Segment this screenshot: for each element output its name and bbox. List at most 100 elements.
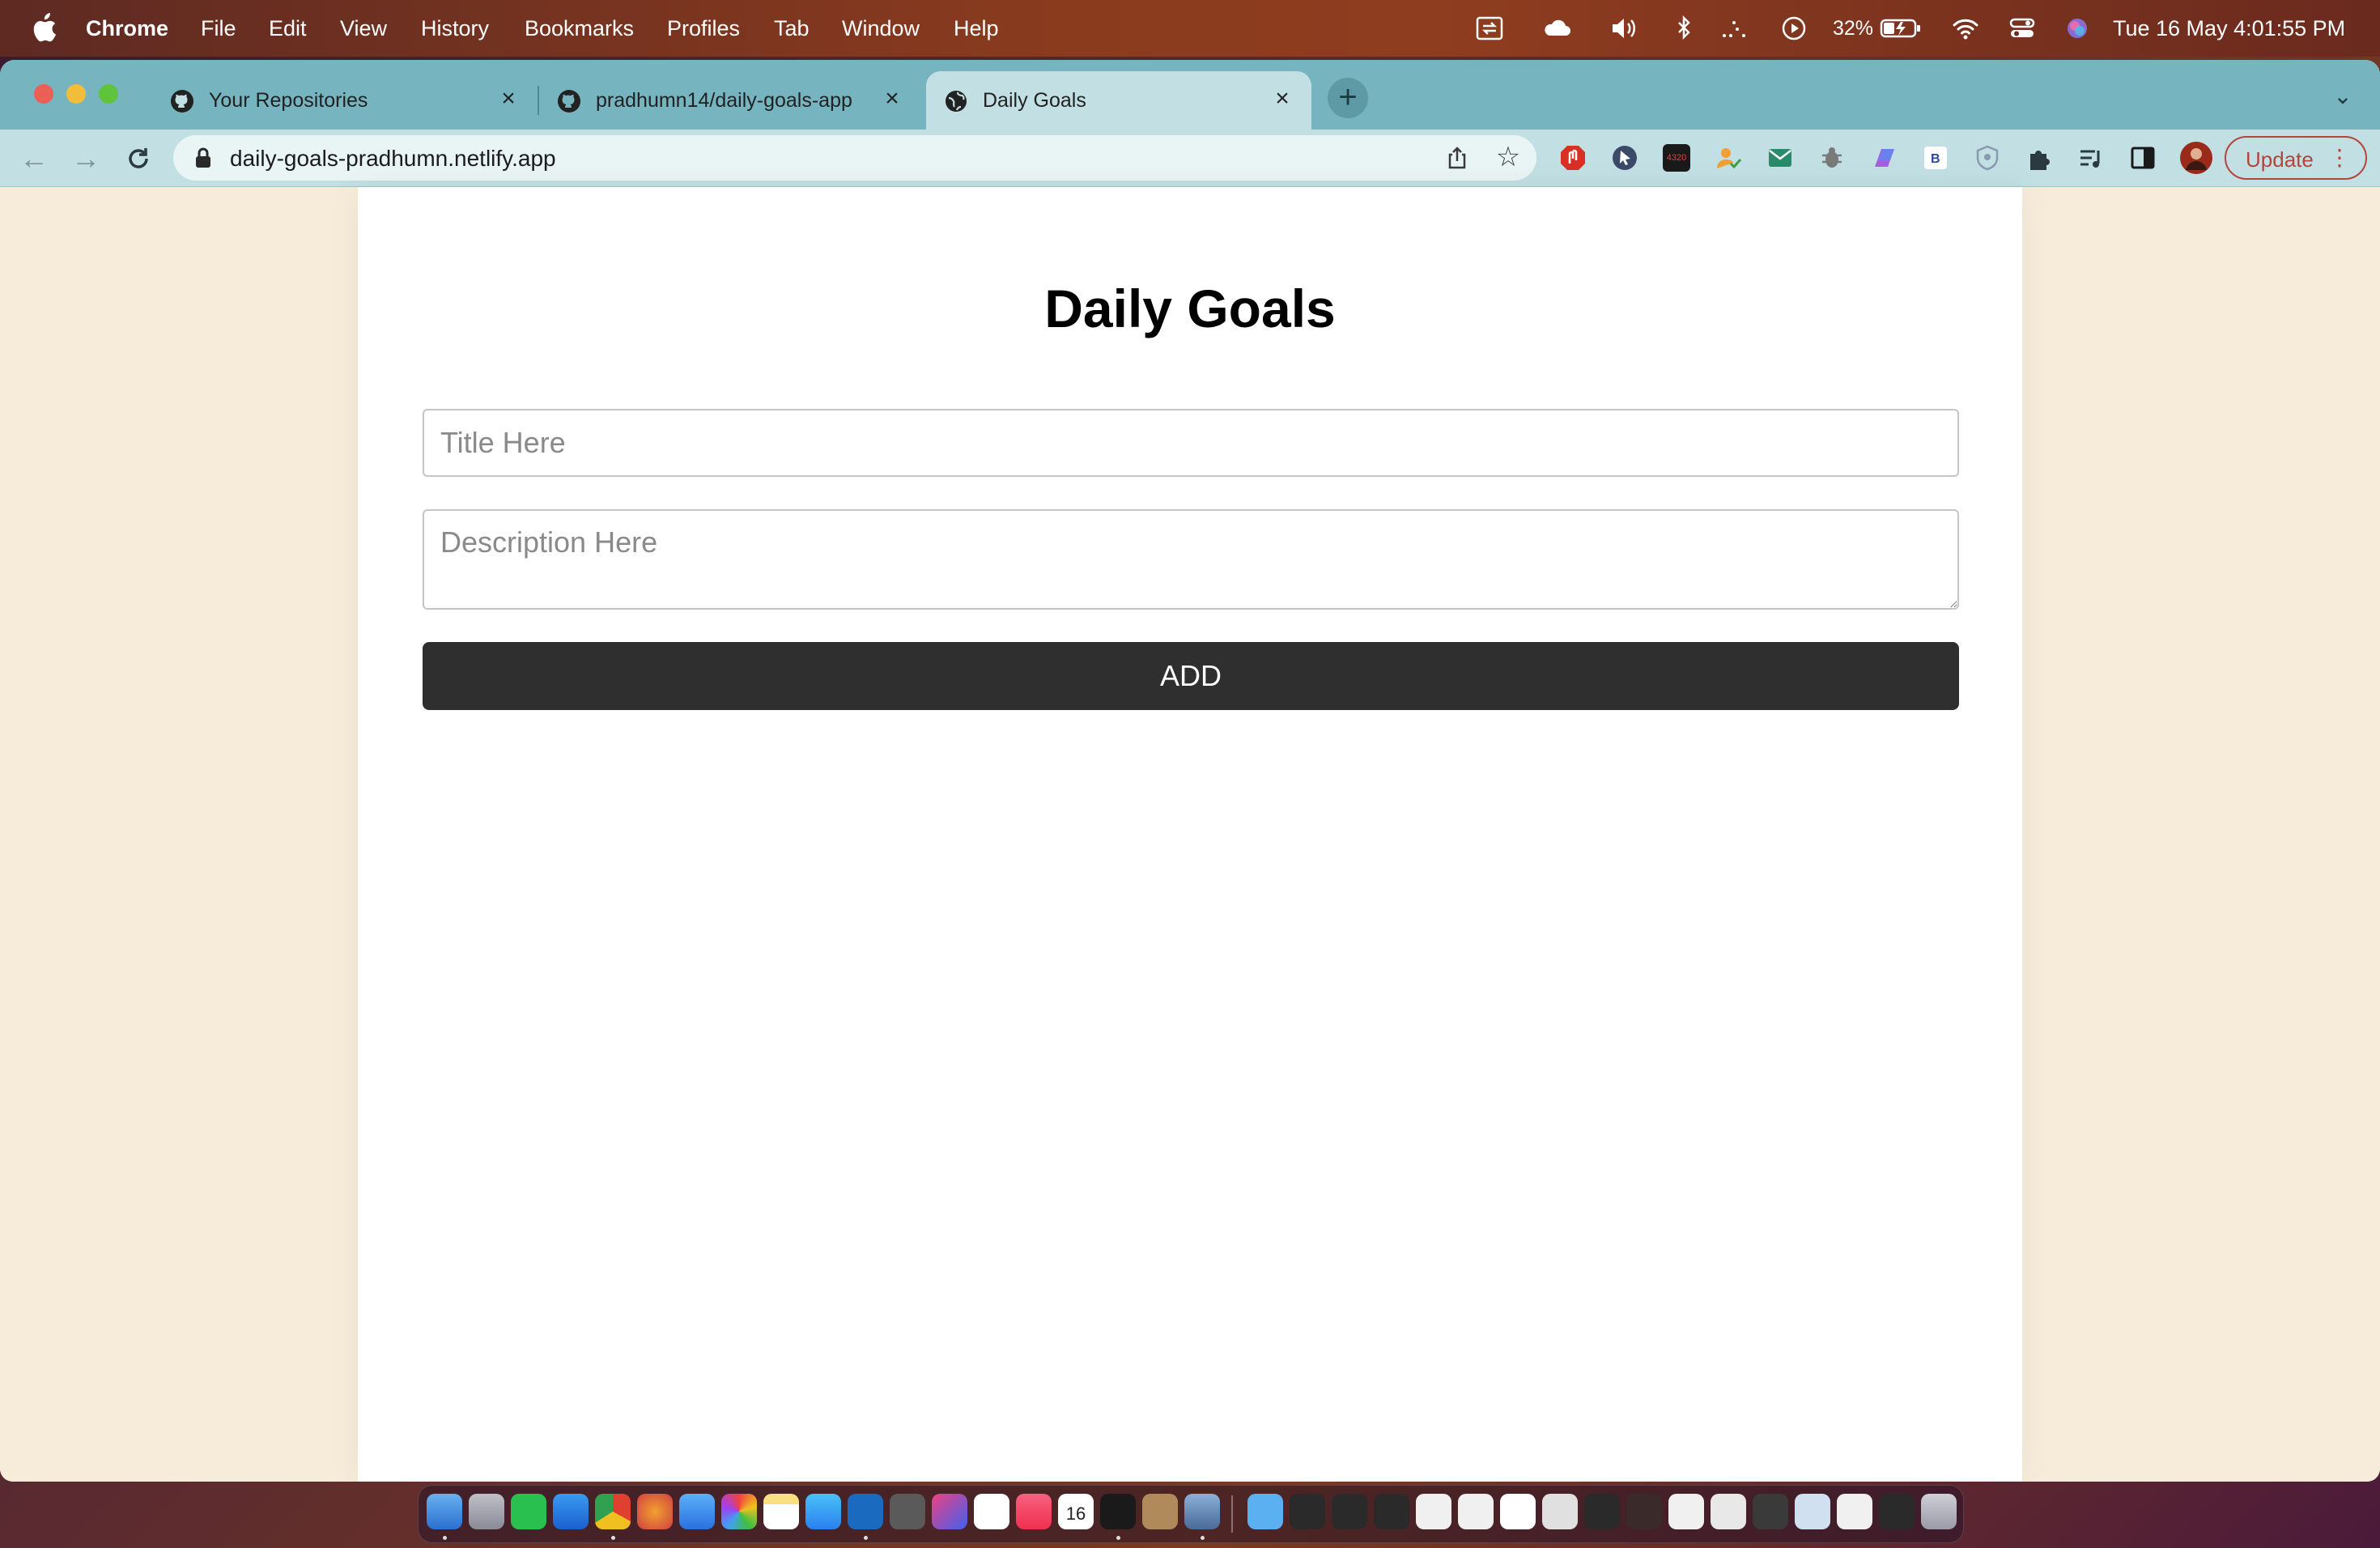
add-button[interactable]: ADD [423, 642, 1959, 710]
launchpad-icon[interactable] [469, 1494, 504, 1529]
lock-icon[interactable] [194, 147, 212, 169]
minimized-window-thumbnail[interactable] [1668, 1494, 1704, 1529]
more-menu-icon[interactable]: ⋮ [2328, 146, 2351, 170]
intellij-icon[interactable] [932, 1494, 967, 1529]
minimized-window-thumbnail[interactable] [1374, 1494, 1409, 1529]
close-window-button[interactable] [34, 84, 53, 104]
app-name[interactable]: Chrome [86, 16, 168, 41]
url-text[interactable]: daily-goals-pradhumn.netlify.app [230, 146, 556, 172]
reading-list-icon[interactable] [2077, 144, 2105, 172]
menu-profiles-label[interactable]: Profiles [667, 16, 740, 41]
counter-extension-icon[interactable]: 4320 [1663, 144, 1690, 172]
menu-tab[interactable]: Tab [774, 0, 810, 57]
archive-utility-icon[interactable] [1142, 1494, 1178, 1529]
profile-avatar[interactable] [2179, 141, 2213, 175]
volume-icon[interactable] [1609, 15, 1638, 42]
menu-file-label[interactable]: File [201, 16, 236, 41]
gradient-extension-icon[interactable] [1870, 144, 1898, 172]
network-dots-icon[interactable] [1719, 15, 1749, 42]
menu-help[interactable]: Help [954, 0, 999, 57]
downloads-folder-icon[interactable] [1247, 1494, 1283, 1529]
bold-b-extension-icon[interactable]: B [1922, 144, 1949, 172]
safari-icon[interactable] [553, 1494, 589, 1529]
minimized-window-thumbnail[interactable] [1332, 1494, 1367, 1529]
minimized-window-thumbnail[interactable] [1458, 1494, 1494, 1529]
trash-icon[interactable] [1921, 1494, 1957, 1529]
siri-icon[interactable] [2063, 15, 2092, 42]
chrome-icon[interactable] [595, 1494, 631, 1529]
minimized-window-thumbnail[interactable] [1500, 1494, 1536, 1529]
mail-extension-icon[interactable] [1766, 144, 1794, 172]
minimized-window-thumbnail[interactable] [1626, 1494, 1662, 1529]
minimize-window-button[interactable] [66, 84, 86, 104]
preview-icon[interactable] [1184, 1494, 1220, 1529]
minimized-window-thumbnail[interactable] [1416, 1494, 1451, 1529]
photos-icon[interactable] [721, 1494, 757, 1529]
battery-charging-icon[interactable] [1880, 15, 1922, 42]
menu-bookmarks-label[interactable]: Bookmarks [525, 16, 634, 41]
tab-daily-goals-app-repo[interactable]: pradhumn14/daily-goals-app × [539, 71, 924, 130]
minimized-window-thumbnail[interactable] [1290, 1494, 1325, 1529]
reload-icon[interactable] [121, 142, 155, 176]
firefox-icon[interactable] [637, 1494, 673, 1529]
weather-cloud-icon[interactable] [1543, 15, 1572, 42]
system-settings-icon[interactable] [890, 1494, 925, 1529]
side-panel-icon[interactable] [2129, 144, 2157, 172]
music-icon[interactable] [1016, 1494, 1052, 1529]
person-check-extension-icon[interactable] [1715, 144, 1742, 172]
menu-window-label[interactable]: Window [842, 16, 920, 41]
wifi-icon[interactable] [1951, 15, 1980, 42]
terminal-icon[interactable] [1100, 1494, 1136, 1529]
calendar-icon[interactable]: 16 [1058, 1494, 1094, 1529]
zoom-window-button[interactable] [99, 84, 118, 104]
menu-view-label[interactable]: View [340, 16, 387, 41]
tab-daily-goals[interactable]: Daily Goals × [926, 71, 1311, 130]
menu-history[interactable]: History [421, 0, 489, 57]
menu-tab-label[interactable]: Tab [774, 16, 810, 41]
minimized-window-thumbnail[interactable] [1542, 1494, 1578, 1529]
bookmark-star-icon[interactable]: ☆ [1494, 143, 1522, 171]
tab-close-icon[interactable]: × [1269, 86, 1295, 112]
forward-arrow-icon[interactable]: → [68, 141, 104, 176]
play-icon[interactable] [1779, 15, 1808, 42]
minimized-window-thumbnail[interactable] [1711, 1494, 1746, 1529]
update-chrome-button[interactable]: Update ⋮ [2225, 136, 2367, 180]
battery-percent[interactable]: 32% [1833, 0, 1873, 57]
menu-profiles[interactable]: Profiles [667, 0, 740, 57]
minimized-window-thumbnail[interactable] [1584, 1494, 1620, 1529]
shield-extension-icon[interactable] [1974, 144, 2001, 172]
puzzle-extensions-icon[interactable] [2025, 144, 2053, 172]
cursor-extension-icon[interactable] [1611, 144, 1638, 172]
tab-close-icon[interactable]: × [495, 86, 521, 112]
back-arrow-icon[interactable]: ← [16, 141, 52, 176]
menu-view[interactable]: View [340, 0, 387, 57]
whatsapp-icon[interactable] [511, 1494, 546, 1529]
bluetooth-icon[interactable] [1669, 15, 1698, 42]
menu-edit-label[interactable]: Edit [269, 16, 307, 41]
slack-icon[interactable] [974, 1494, 1009, 1529]
minimized-window-thumbnail[interactable] [1837, 1494, 1872, 1529]
vscode-icon[interactable] [848, 1494, 883, 1529]
minimized-window-thumbnail[interactable] [1879, 1494, 1915, 1529]
title-input[interactable] [423, 409, 1959, 477]
finder-icon[interactable] [427, 1494, 462, 1529]
screen-share-icon[interactable] [1475, 15, 1504, 42]
share-icon[interactable] [1444, 145, 1470, 171]
menu-window[interactable]: Window [842, 0, 920, 57]
bug-extension-icon[interactable] [1818, 144, 1846, 172]
menu-app-name[interactable]: Chrome [86, 0, 168, 57]
tab-search-chevron-icon[interactable]: ⌄ [2328, 83, 2357, 112]
app-store-icon[interactable] [805, 1494, 841, 1529]
apple-logo-icon[interactable] [31, 11, 57, 44]
mail-icon[interactable] [679, 1494, 715, 1529]
tab-close-icon[interactable]: × [879, 86, 905, 112]
tab-your-repositories[interactable]: Your Repositories × [152, 71, 539, 130]
menu-edit[interactable]: Edit [269, 0, 307, 57]
minimized-window-thumbnail[interactable] [1795, 1494, 1830, 1529]
minimized-window-thumbnail[interactable] [1753, 1494, 1788, 1529]
menu-bookmarks[interactable]: Bookmarks [525, 0, 634, 57]
new-tab-button[interactable]: + [1328, 78, 1368, 118]
address-bar[interactable]: daily-goals-pradhumn.netlify.app ☆ [173, 135, 1536, 181]
menu-help-label[interactable]: Help [954, 16, 999, 41]
menu-file[interactable]: File [201, 0, 236, 57]
